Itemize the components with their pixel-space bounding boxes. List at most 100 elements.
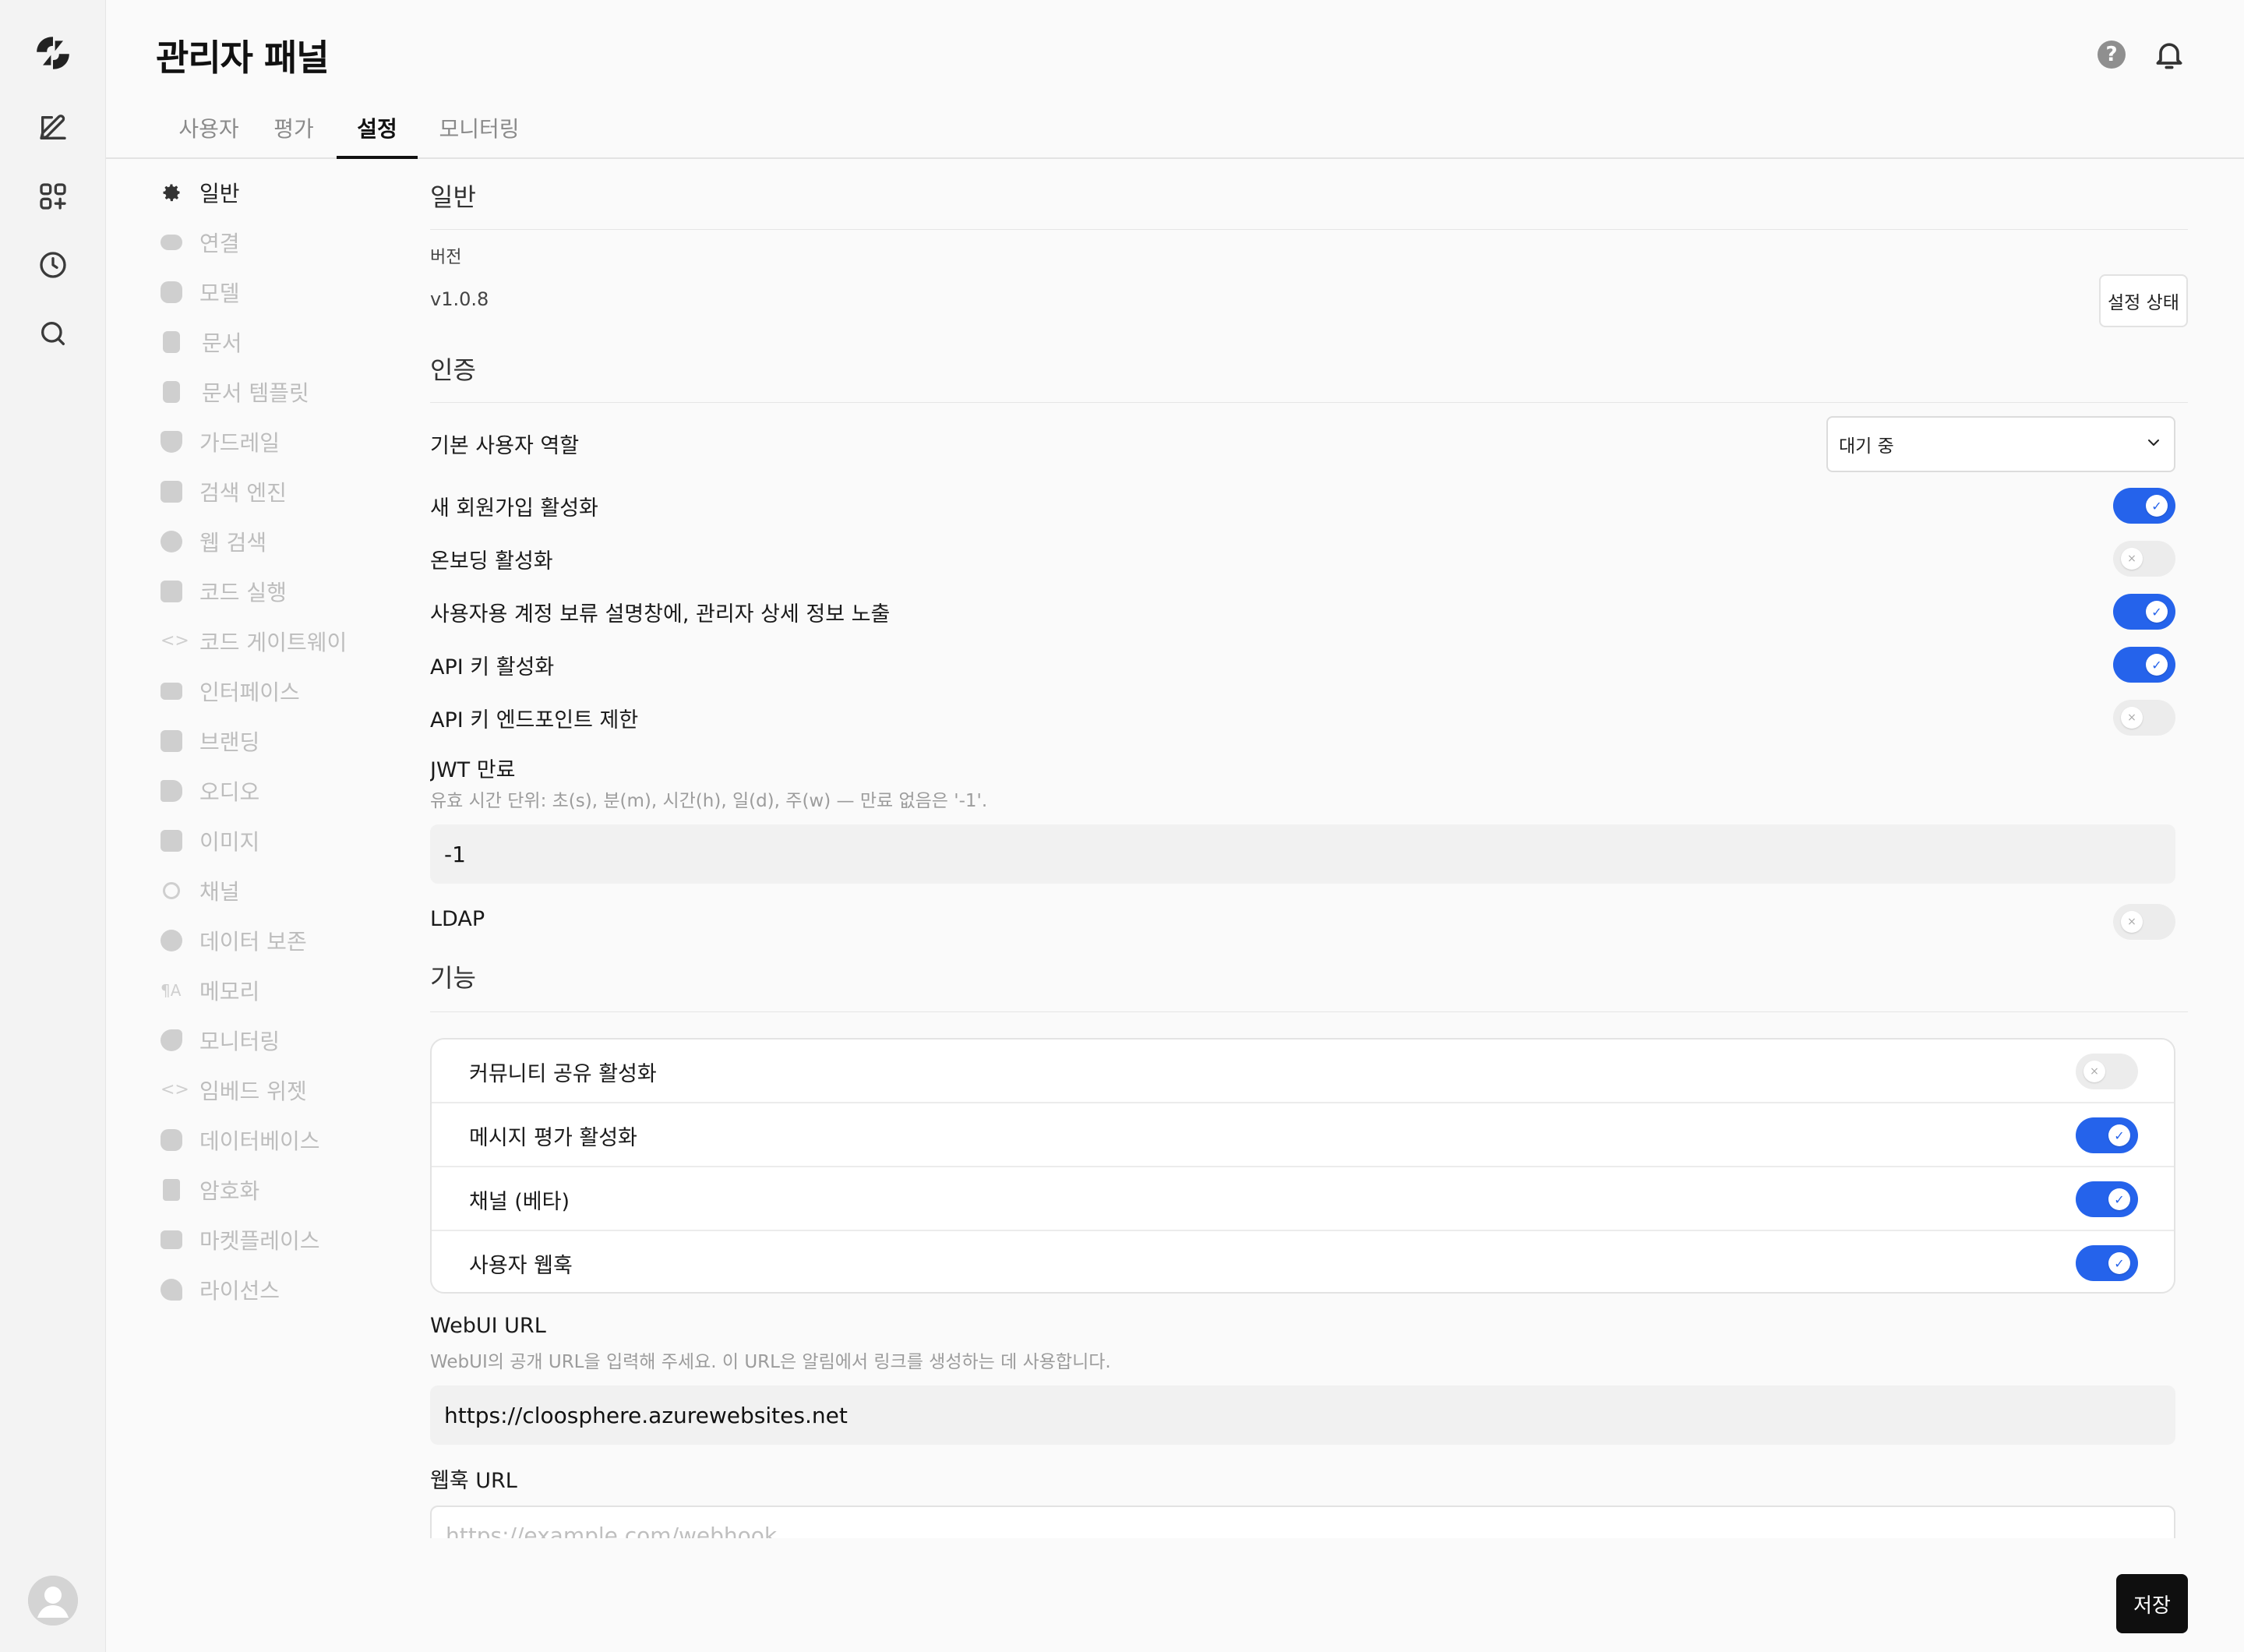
settings-nav-label: 데이터 보존 <box>199 929 307 955</box>
code-icon: <> <box>161 631 189 651</box>
settings-nav-database[interactable]: 데이터베이스 <box>156 1121 320 1160</box>
tab-evaluations[interactable]: 평가 <box>266 101 321 159</box>
settings-nav-label: 인터페이스 <box>199 680 300 705</box>
key-icon <box>161 1279 182 1301</box>
api-key-label: API 키 활성화 <box>430 655 555 680</box>
tab-monitoring[interactable]: 모니터링 <box>432 101 527 159</box>
workspace-icon[interactable] <box>31 175 75 218</box>
toggle-knob: ✓ <box>2108 1252 2130 1274</box>
globe-icon <box>161 531 182 552</box>
toggle-knob: ✓ <box>2146 601 2168 623</box>
logo-icon[interactable] <box>31 31 75 75</box>
version-value: v1.0.8 <box>430 288 489 310</box>
channels-beta-toggle[interactable]: ✓ <box>2076 1181 2138 1217</box>
settings-nav-embed-widget[interactable]: <> 임베드 위젯 <box>156 1071 307 1110</box>
settings-nav-images[interactable]: 이미지 <box>156 821 259 860</box>
default-role-label: 기본 사용자 역할 <box>430 434 580 458</box>
avatar[interactable] <box>28 1576 78 1626</box>
community-sharing-toggle[interactable]: × <box>2076 1054 2138 1089</box>
settings-nav-encryption[interactable]: 암호화 <box>156 1170 259 1209</box>
default-role-select[interactable]: 대기 중 <box>1826 416 2175 472</box>
user-webhooks-label: 사용자 웹훅 <box>469 1254 573 1278</box>
settings-nav-models[interactable]: 모델 <box>156 273 240 312</box>
version-label: 버전 <box>430 248 462 267</box>
settings-nav-branding[interactable]: 브랜딩 <box>156 722 259 761</box>
database-icon <box>161 1129 182 1151</box>
settings-nav-code-gateway[interactable]: <> 코드 게이트웨이 <box>156 622 347 661</box>
help-icon-glyph: ? <box>2105 43 2118 66</box>
settings-nav-label: 문서 <box>202 330 242 356</box>
ldap-toggle[interactable]: × <box>2113 904 2175 940</box>
webui-url-label: WebUI URL <box>430 1314 546 1338</box>
history-icon[interactable] <box>31 243 75 287</box>
features-card: 커뮤니티 공유 활성화 × 메시지 평가 활성화 ✓ 채널 (베타) ✓ 사용자… <box>430 1038 2175 1294</box>
feature-row: 사용자 웹훅 ✓ <box>432 1231 2174 1292</box>
settings-nav-label: 모니터링 <box>199 1029 280 1054</box>
signup-label: 새 회원가입 활성화 <box>430 496 598 521</box>
settings-nav-data-retention[interactable]: 데이터 보존 <box>156 921 307 960</box>
database-icon <box>161 281 182 303</box>
memory-icon: ¶A <box>161 981 182 1000</box>
settings-nav-marketplace[interactable]: 마켓플레이스 <box>156 1220 320 1259</box>
settings-nav-label: 채널 <box>199 879 240 905</box>
settings-nav-memory[interactable]: ¶A 메모리 <box>156 971 259 1010</box>
settings-nav-channels[interactable]: 채널 <box>156 871 240 910</box>
toggle-knob: × <box>2121 548 2143 570</box>
jwt-hint: 유효 시간 단위: 초(s), 분(m), 시간(h), 일(d), 주(w) … <box>430 791 988 811</box>
divider <box>430 1011 2188 1012</box>
settings-nav-general[interactable]: 일반 <box>156 173 240 212</box>
help-icon[interactable]: ? <box>2098 41 2126 69</box>
settings-nav-label: 브랜딩 <box>199 729 260 755</box>
settings-nav-web-search[interactable]: 웹 검색 <box>156 522 266 561</box>
settings-nav-label: 메모리 <box>199 979 260 1004</box>
config-status-button[interactable]: 설정 상태 <box>2099 274 2188 327</box>
toggle-knob: ✓ <box>2108 1124 2130 1146</box>
api-endpoint-label: API 키 엔드포인트 제한 <box>430 708 639 732</box>
tab-settings[interactable]: 설정 <box>337 101 418 159</box>
webhook-url-input[interactable]: https://example.com/webhook <box>430 1506 2175 1538</box>
pending-details-label: 사용자용 계정 보류 설명창에, 관리자 상세 정보 노출 <box>430 602 891 627</box>
settings-nav-guardrails[interactable]: 가드레일 <box>156 422 280 461</box>
settings-nav-label: 오디오 <box>199 779 260 805</box>
settings-content: 일반 버전 v1.0.8 설정 상태 인증 기본 사용자 역할 대기 중 새 회… <box>430 167 2188 1538</box>
toggle-knob: × <box>2083 1061 2105 1082</box>
settings-nav-monitoring[interactable]: 모니터링 <box>156 1021 280 1060</box>
toggle-knob: ✓ <box>2146 495 2168 517</box>
settings-nav-code-execution[interactable]: 코드 실행 <box>156 572 287 611</box>
new-chat-icon[interactable] <box>31 106 75 150</box>
settings-nav-documents[interactable]: 문서 <box>156 323 242 362</box>
settings-nav-connections[interactable]: 연결 <box>156 223 240 262</box>
settings-nav-label: 암호화 <box>199 1178 260 1204</box>
shield-icon <box>161 431 182 453</box>
feature-row: 메시지 평가 활성화 ✓ <box>432 1103 2174 1167</box>
save-button[interactable]: 저장 <box>2116 1574 2188 1633</box>
toggle-knob: ✓ <box>2108 1188 2130 1210</box>
settings-nav-search-engine[interactable]: 검색 엔진 <box>156 472 287 511</box>
settings-nav-audio[interactable]: 오디오 <box>156 771 259 810</box>
speaker-icon <box>161 780 182 802</box>
divider <box>430 229 2188 230</box>
api-endpoint-toggle[interactable]: × <box>2113 700 2175 736</box>
webui-url-input[interactable]: https://cloosphere.azurewebsites.net <box>430 1385 2175 1445</box>
jwt-expiry-input[interactable]: -1 <box>430 824 2175 884</box>
settings-nav-label: 데이터베이스 <box>199 1128 320 1154</box>
tab-users[interactable]: 사용자 <box>175 101 243 159</box>
embed-icon: <> <box>161 1080 189 1100</box>
pending-details-toggle[interactable]: ✓ <box>2113 594 2175 630</box>
bell-icon[interactable] <box>2152 37 2186 72</box>
settings-nav-label: 이미지 <box>199 829 260 855</box>
document-icon <box>163 331 180 353</box>
user-webhooks-toggle[interactable]: ✓ <box>2076 1245 2138 1281</box>
search-icon[interactable] <box>31 312 75 355</box>
settings-nav-interface[interactable]: 인터페이스 <box>156 672 300 711</box>
message-rating-toggle[interactable]: ✓ <box>2076 1117 2138 1153</box>
archive-icon <box>161 1230 182 1249</box>
admin-tabs: 사용자 평가 설정 모니터링 <box>106 101 2244 159</box>
signup-toggle[interactable]: ✓ <box>2113 488 2175 524</box>
onboarding-toggle[interactable]: × <box>2113 541 2175 577</box>
settings-nav-license[interactable]: 라이선스 <box>156 1270 280 1309</box>
section-title-general: 일반 <box>430 182 476 212</box>
api-key-toggle[interactable]: ✓ <box>2113 647 2175 683</box>
settings-nav-label: 라이선스 <box>199 1278 280 1304</box>
settings-nav-document-templates[interactable]: 문서 템플릿 <box>156 372 309 411</box>
